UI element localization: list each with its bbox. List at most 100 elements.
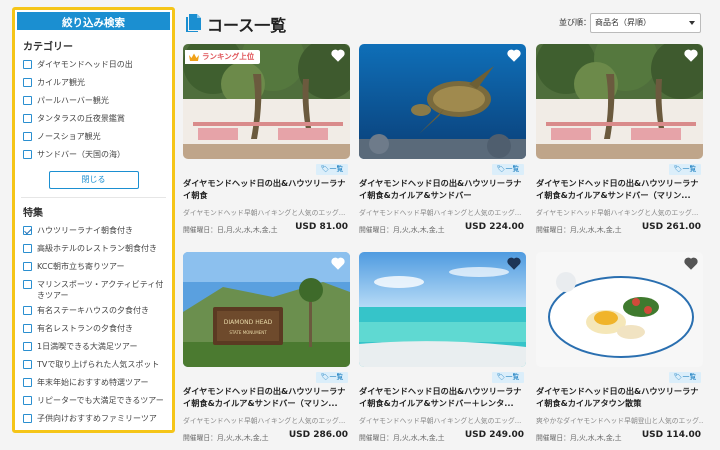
checkbox[interactable] <box>23 262 32 271</box>
course-image[interactable] <box>359 44 526 159</box>
category-tag: 🏷一覧 <box>316 164 348 175</box>
course-image[interactable] <box>536 252 703 367</box>
course-price: USD 224.00 <box>464 222 524 232</box>
category-tag-label: 一覧 <box>505 165 520 173</box>
heart-icon[interactable] <box>331 49 345 62</box>
features-item[interactable]: 有名レストランの夕食付き <box>15 321 172 339</box>
features-item-label: KCC朝市立ち寄りツアー <box>37 262 125 271</box>
course-card[interactable]: 🏷一覧 ダイヤモンドヘッド日の出&ハウツリーラナイ朝食&カイルア&サンドバー＋レン… <box>359 252 526 442</box>
heart-icon[interactable] <box>331 257 345 270</box>
categories-item[interactable]: サンドバー（天国の海） <box>15 147 172 165</box>
checkbox[interactable] <box>23 378 32 387</box>
categories-item[interactable]: ダイヤモンドヘッド日の出 <box>15 57 172 75</box>
checkbox[interactable] <box>23 324 32 333</box>
features-item-label: 有名ステーキハウスの夕食付き <box>37 306 149 315</box>
categories-item[interactable]: カイルア観光 <box>15 75 172 93</box>
document-icon <box>186 14 201 32</box>
category-tag-label: 一覧 <box>505 373 520 381</box>
features-item[interactable]: 1日満喫できる大満足ツアー <box>15 339 172 357</box>
course-card[interactable]: 🏷一覧ダイヤモンドヘッド日の出&ハウツリーラナイ朝食&カイルア&サンドバー（マリ… <box>536 44 703 234</box>
sort-label: 並び順： <box>559 18 591 27</box>
features-item[interactable]: KCC朝市立ち寄りツアー <box>15 259 172 277</box>
checkbox[interactable] <box>23 360 32 369</box>
course-description: 爽やかなダイヤモンドヘッド早朝登山と人気のエッグ... <box>536 417 703 425</box>
course-title[interactable]: ダイヤモンドヘッド日の出&ハウツリーラナイ朝食 <box>183 177 350 201</box>
features-item-label: 子供向けおすすめファミリーツア <box>37 414 157 423</box>
checkbox[interactable] <box>23 226 32 235</box>
categories-item-label: ノースショア観光 <box>37 132 101 141</box>
heart-icon[interactable] <box>507 257 521 270</box>
checkbox[interactable] <box>23 414 32 423</box>
features-item[interactable]: ハウツリーラナイ朝食付き <box>15 223 172 241</box>
course-title[interactable]: ダイヤモンドヘッド日の出&ハウツリーラナイ朝食&カイルア&サンドバー（マリン..… <box>536 177 703 201</box>
category-tag: 🏷一覧 <box>669 372 701 383</box>
features-item[interactable]: 高級ホテルのレストラン朝食付き <box>15 241 172 259</box>
course-description: ダイヤモンドヘッド早朝ハイキングと人気のエッグ... <box>536 209 699 217</box>
features-item[interactable]: TVで取り上げられた人気スポット <box>15 357 172 375</box>
categories-item-label: ダイヤモンドヘッド日の出 <box>37 60 133 69</box>
course-days: 開催曜日：日,月,火,水,木,金,土 <box>183 226 278 234</box>
categories-item[interactable]: ノースショア観光 <box>15 129 172 147</box>
categories-item-label: タンタラスの丘夜景鑑賞 <box>37 114 125 123</box>
svg-text:STATE MONUMENT: STATE MONUMENT <box>229 330 267 335</box>
checkbox[interactable] <box>23 96 32 105</box>
heart-icon[interactable] <box>507 49 521 62</box>
features-item[interactable]: リピーターでも大満足できるツアー <box>15 393 172 411</box>
features-item[interactable]: 子供向けおすすめファミリーツア <box>15 411 172 429</box>
crown-icon <box>189 53 199 61</box>
course-title[interactable]: ダイヤモンドヘッド日の出&ハウツリーラナイ朝食&カイルア&サンドバー <box>359 177 526 201</box>
category-heading: カテゴリー <box>23 42 73 53</box>
checkbox[interactable] <box>23 132 32 141</box>
checkbox[interactable] <box>23 396 32 405</box>
checkbox[interactable] <box>23 150 32 159</box>
course-title[interactable]: ダイヤモンドヘッド日の出&ハウツリーラナイ朝食&カイルア&サンドバー（マリン..… <box>183 385 350 409</box>
course-image[interactable]: DIAMOND HEAD STATE MONUMENT <box>183 252 350 367</box>
features-item[interactable]: 年末年始におすすめ特選ツアー <box>15 375 172 393</box>
features-item[interactable]: マリンスポーツ・アクティビティ付きツアー <box>15 277 172 303</box>
filter-sidebar: 絞り込み検索 カテゴリー ダイヤモンドヘッド日の出 カイルア観光パールハーバー観光… <box>12 7 175 433</box>
heart-icon[interactable] <box>684 257 698 270</box>
checkbox[interactable] <box>23 244 32 253</box>
checkbox[interactable] <box>23 306 32 315</box>
features-item-label: ハウツリーラナイ朝食付き <box>37 226 133 235</box>
categories-item-label: サンドバー（天国の海） <box>37 150 125 159</box>
categories-item-label: パールハーバー観光 <box>37 96 109 105</box>
categories-item[interactable]: タンタラスの丘夜景鑑賞 <box>15 111 172 129</box>
category-tag: 🏷一覧 <box>669 164 701 175</box>
close-categories-button[interactable]: 閉じる <box>48 171 139 189</box>
features-item[interactable]: 有名ステーキハウスの夕食付き <box>15 303 172 321</box>
checkbox[interactable] <box>23 60 32 69</box>
course-price: USD 114.00 <box>641 430 701 440</box>
categories-item-label: カイルア観光 <box>37 78 85 87</box>
checkbox[interactable] <box>23 342 32 351</box>
course-days: 開催曜日：月,火,水,木,金,土 <box>183 434 269 442</box>
course-description: ダイヤモンドヘッド早朝ハイキングと人気のエッグ... <box>183 417 346 425</box>
category-tag-label: 一覧 <box>329 165 344 173</box>
features-item-label: TVで取り上げられた人気スポット <box>37 360 160 369</box>
page-title: コース一覧 <box>207 16 287 35</box>
course-description: ダイヤモンドヘッド早朝ハイキングと人気のエッグ... <box>359 417 522 425</box>
course-image[interactable] <box>536 44 703 159</box>
course-card[interactable]: ランキング上位 🏷一覧 ダイヤモンドヘッド日の出&ハウツリーラナイ朝食 ダイヤモンドヘ… <box>183 44 350 234</box>
sort-select[interactable]: 商品名（昇順） <box>590 13 701 33</box>
course-days: 開催曜日：月,火,水,木,金,土 <box>536 226 622 234</box>
categories-item[interactable]: パールハーバー観光 <box>15 93 172 111</box>
svg-text:DIAMOND HEAD: DIAMOND HEAD <box>224 319 273 326</box>
course-card[interactable]: 🏷一覧ダイヤモンドヘッド日の出&ハウツリーラナイ朝食&カイルアタウン散策爽やかな… <box>536 252 703 442</box>
heart-icon[interactable] <box>684 49 698 62</box>
course-price: USD 249.00 <box>464 430 524 440</box>
checkbox[interactable] <box>23 280 32 289</box>
course-title[interactable]: ダイヤモンドヘッド日の出&ハウツリーラナイ朝食&カイルアタウン散策 <box>536 385 703 409</box>
checkbox[interactable] <box>23 114 32 123</box>
course-image[interactable] <box>359 252 526 367</box>
features-item-label: マリンスポーツ・アクティビティ付きツアー <box>37 280 164 300</box>
sort-select-value: 商品名（昇順） <box>595 18 651 27</box>
course-card[interactable]: DIAMOND HEAD STATE MONUMENT 🏷一覧 ダイヤモンドヘッド日の… <box>183 252 350 442</box>
checkbox[interactable] <box>23 78 32 87</box>
course-title[interactable]: ダイヤモンドヘッド日の出&ハウツリーラナイ朝食&カイルア&サンドバー＋レンタ..… <box>359 385 526 409</box>
features-item-label: リピーターでも大満足できるツアー <box>37 396 164 405</box>
course-card[interactable]: 🏷一覧 ダイヤモンドヘッド日の出&ハウツリーラナイ朝食&カイルア&サンドバー ダイヤ… <box>359 44 526 234</box>
chevron-down-icon <box>689 21 695 25</box>
filter-sidebar-title: 絞り込み検索 <box>15 10 172 32</box>
category-tag-label: 一覧 <box>682 165 697 173</box>
